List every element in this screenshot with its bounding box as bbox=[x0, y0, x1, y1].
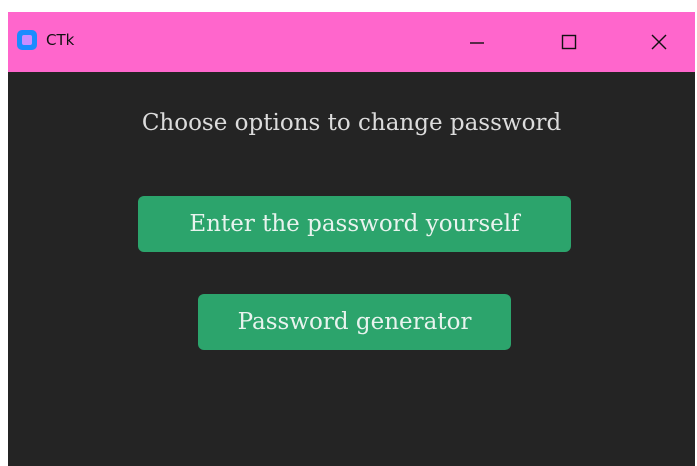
title-bar[interactable]: CTk bbox=[8, 12, 695, 72]
ctk-app-icon bbox=[17, 30, 37, 50]
maximize-button[interactable] bbox=[540, 12, 598, 72]
app-window: CTk Choose options to change password En… bbox=[8, 12, 695, 466]
page-heading: Choose options to change password bbox=[141, 110, 562, 136]
minimize-icon bbox=[470, 42, 484, 44]
minimize-button[interactable] bbox=[448, 12, 506, 72]
window-title: CTk bbox=[46, 31, 75, 49]
maximize-icon bbox=[561, 34, 577, 50]
close-icon bbox=[651, 34, 667, 50]
password-generator-button[interactable]: Password generator bbox=[198, 294, 511, 350]
enter-password-yourself-button[interactable]: Enter the password yourself bbox=[138, 196, 571, 252]
close-button[interactable] bbox=[630, 12, 688, 72]
main-content: Choose options to change password Enter … bbox=[8, 72, 695, 466]
